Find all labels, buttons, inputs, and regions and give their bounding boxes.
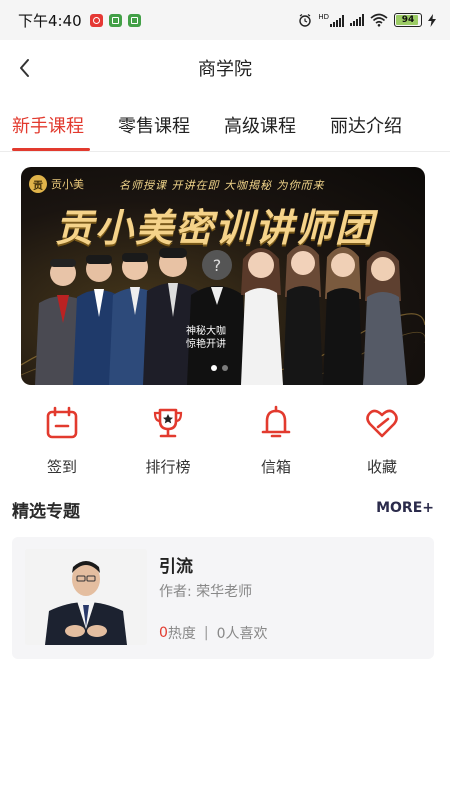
- wifi-icon: [370, 13, 388, 27]
- hot-label: 热度: [167, 626, 196, 642]
- banner-logo: 贡 贡小美: [29, 175, 84, 193]
- tab-advanced[interactable]: 高级课程: [224, 112, 296, 138]
- pagination-dot[interactable]: [222, 365, 228, 371]
- hot-count: 0: [159, 625, 168, 641]
- app-header: 商学院: [0, 40, 450, 96]
- promo-banner[interactable]: 贡 贡小美 名师授课 开讲在即 大咖揭秘 为你而来 贡小美密训讲师团 ? 神秘大…: [21, 167, 425, 385]
- calendar-icon: [46, 406, 78, 439]
- lecturer-photo: [25, 549, 147, 645]
- section-title: 精选专题: [12, 502, 80, 522]
- battery-icon: 94: [394, 13, 422, 27]
- brand-logo-icon: 贡: [29, 175, 47, 193]
- charging-icon: [428, 13, 436, 27]
- pagination-dot[interactable]: [211, 365, 217, 371]
- banner-badge-line2: 惊艳开讲: [186, 339, 226, 350]
- page-title: 商学院: [198, 59, 252, 80]
- course-stats: 0 热度 | 0人喜欢: [159, 623, 268, 643]
- banner-tagline: 名师授课 开讲在即 大咖揭秘 为你而来: [119, 179, 325, 192]
- favorites-label: 收藏: [366, 458, 397, 476]
- banner-badge-line1: 神秘大咖: [186, 326, 226, 337]
- checkin-button[interactable]: 签到: [27, 405, 97, 477]
- tab-about[interactable]: 丽达介绍: [330, 112, 402, 138]
- battery-level: 94: [401, 15, 415, 25]
- wechat-icon: [108, 13, 122, 27]
- message-icon: [127, 13, 141, 27]
- tab-retail[interactable]: 零售课程: [118, 112, 190, 138]
- course-author: 作者: 荣华老师: [159, 584, 253, 600]
- course-thumbnail: [25, 549, 147, 645]
- quick-actions: 签到 排行榜 信箱 收藏: [0, 405, 450, 485]
- alarm-icon: [299, 14, 312, 27]
- course-title: 引流: [159, 557, 193, 577]
- favorites-button[interactable]: 收藏: [347, 405, 417, 477]
- status-bar: 下午4:40 HD 94: [0, 0, 450, 40]
- mailbox-label: 信箱: [260, 458, 291, 476]
- heart-icon: [366, 409, 398, 438]
- status-icons: HD 94: [298, 13, 436, 27]
- status-time: 下午4:40: [18, 11, 82, 30]
- category-tabs: 新手课程 零售课程 高级课程 丽达介绍: [0, 100, 450, 152]
- leaderboard-label: 排行榜: [145, 458, 191, 476]
- checkin-label: 签到: [46, 458, 77, 476]
- banner-lecturers-image: ?: [21, 245, 425, 385]
- more-link[interactable]: MORE+: [376, 500, 434, 516]
- bell-icon: [261, 405, 291, 438]
- active-tab-indicator: [12, 148, 90, 151]
- course-card[interactable]: 引流 作者: 荣华老师 0 热度 | 0人喜欢: [12, 537, 434, 659]
- hd-label: HD: [318, 13, 329, 21]
- signal-icon-2: [350, 14, 364, 26]
- weibo-icon: [89, 13, 103, 27]
- likes-count: 0人喜欢: [216, 626, 268, 642]
- signal-icon: [330, 15, 344, 27]
- banner-pagination: [211, 365, 228, 371]
- banner-logo-text: 贡小美: [51, 178, 84, 191]
- svg-text:?: ?: [213, 256, 222, 275]
- leaderboard-button[interactable]: 排行榜: [133, 405, 203, 477]
- mailbox-button[interactable]: 信箱: [241, 405, 311, 477]
- trophy-icon: [153, 408, 183, 438]
- tab-beginner[interactable]: 新手课程: [12, 112, 84, 138]
- back-arrow-icon[interactable]: [14, 54, 38, 82]
- banner-badge: 神秘大咖 惊艳开讲: [186, 325, 226, 351]
- stats-separator: |: [203, 625, 209, 641]
